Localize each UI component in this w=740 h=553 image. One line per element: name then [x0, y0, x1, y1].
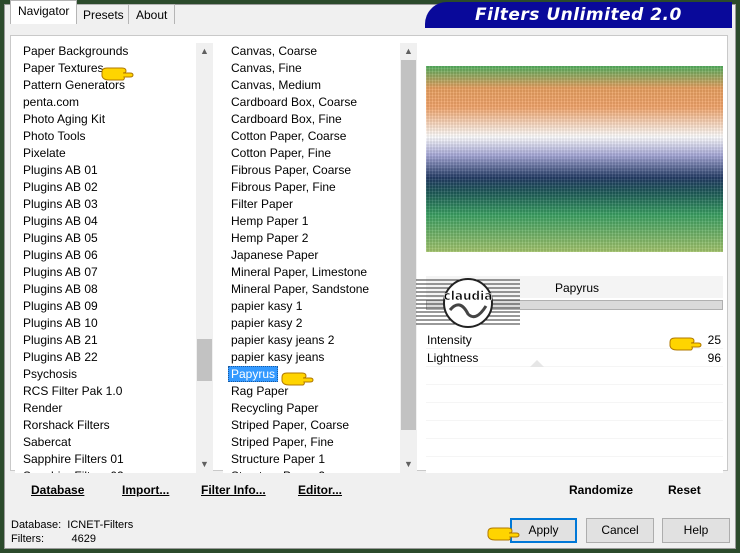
filter-item[interactable]: Structure Paper 1 [223, 451, 400, 468]
scroll-thumb[interactable] [401, 60, 416, 430]
scroll-up-icon[interactable]: ▲ [400, 43, 417, 60]
pointing-hand-icon [669, 337, 702, 351]
filter-item[interactable]: Cotton Paper, Fine [223, 145, 400, 162]
apply-button[interactable]: Apply [510, 518, 577, 543]
category-item[interactable]: Plugins AB 22 [15, 349, 196, 366]
filter-item[interactable]: Mineral Paper, Limestone [223, 264, 400, 281]
logo-text: claudia [444, 289, 493, 303]
tab-navigator[interactable]: Navigator [10, 0, 78, 24]
filter-item[interactable]: Cardboard Box, Fine [223, 111, 400, 128]
category-item[interactable]: Plugins AB 06 [15, 247, 196, 264]
filter-item[interactable]: papier kasy 2 [223, 315, 400, 332]
filter-info-button[interactable]: Filter Info... [201, 483, 266, 497]
pointing-hand-icon [101, 67, 134, 81]
category-item[interactable]: penta.com [15, 94, 196, 111]
pointing-hand-icon [487, 527, 520, 541]
slider-pointer-icon [530, 360, 544, 367]
pointing-hand-icon [281, 372, 314, 386]
filter-item[interactable]: Cotton Paper, Coarse [223, 128, 400, 145]
filter-item[interactable]: Canvas, Coarse [223, 43, 400, 60]
category-item[interactable]: Sapphire Filters 02 [15, 468, 196, 473]
filter-item[interactable]: Canvas, Fine [223, 60, 400, 77]
claudia-logo: claudia [416, 278, 520, 328]
filter-item[interactable]: Hemp Paper 2 [223, 230, 400, 247]
category-item[interactable]: Plugins AB 09 [15, 298, 196, 315]
param-value: 25 [707, 333, 721, 347]
scroll-up-icon[interactable]: ▲ [196, 43, 213, 60]
category-item[interactable]: Sabercat [15, 434, 196, 451]
filter-item[interactable]: Japanese Paper [223, 247, 400, 264]
filter-item[interactable]: Recycling Paper [223, 400, 400, 417]
scroll-down-icon[interactable]: ▼ [400, 456, 417, 473]
filter-item[interactable]: papier kasy 1 [223, 298, 400, 315]
category-item[interactable]: Plugins AB 07 [15, 264, 196, 281]
editor-button[interactable]: Editor... [298, 483, 342, 497]
randomize-button[interactable]: Randomize [569, 483, 633, 497]
filter-item[interactable]: Striped Paper, Coarse [223, 417, 400, 434]
category-item[interactable]: RCS Filter Pak 1.0 [15, 383, 196, 400]
category-item[interactable]: Plugins AB 03 [15, 196, 196, 213]
category-item[interactable]: Plugins AB 21 [15, 332, 196, 349]
category-item[interactable]: Plugins AB 08 [15, 281, 196, 298]
category-item[interactable]: Photo Aging Kit [15, 111, 196, 128]
category-item[interactable]: Render [15, 400, 196, 417]
app-title: Filters Unlimited 2.0 [475, 5, 682, 25]
category-item[interactable]: Plugins AB 02 [15, 179, 196, 196]
filter-item[interactable]: papier kasy jeans 2 [223, 332, 400, 349]
scroll-thumb[interactable] [197, 339, 212, 381]
filter-item[interactable]: Hemp Paper 1 [223, 213, 400, 230]
filter-preview-image [426, 66, 723, 252]
category-scrollbar[interactable]: ▲ ▼ [196, 43, 213, 473]
filter-list[interactable]: Canvas, Coarse Canvas, Fine Canvas, Medium… [223, 43, 400, 473]
database-button[interactable]: Database [31, 483, 84, 497]
category-item[interactable]: Plugins AB 10 [15, 315, 196, 332]
cancel-button[interactable]: Cancel [586, 518, 654, 543]
filter-item[interactable]: papier kasy jeans [223, 349, 400, 366]
filter-item[interactable]: Canvas, Medium [223, 77, 400, 94]
tab-about[interactable]: About [128, 4, 176, 24]
filter-item[interactable]: Filter Paper [223, 196, 400, 213]
category-item[interactable]: Plugins AB 04 [15, 213, 196, 230]
scroll-down-icon[interactable]: ▼ [196, 456, 213, 473]
status-filters-label: Filters: [11, 533, 44, 545]
category-item[interactable]: Paper Backgrounds [15, 43, 196, 60]
category-item[interactable]: Psychosis [15, 366, 196, 383]
param-label: Intensity [427, 333, 472, 347]
tab-presets[interactable]: Presets [75, 4, 132, 24]
current-filter-name: Papyrus [555, 281, 600, 295]
category-list[interactable]: Paper Backgrounds Paper Textures Pattern G… [15, 43, 196, 473]
import-button[interactable]: Import... [122, 483, 169, 497]
filter-item[interactable]: Fibrous Paper, Fine [223, 179, 400, 196]
category-item[interactable]: Plugins AB 01 [15, 162, 196, 179]
filter-item[interactable]: Fibrous Paper, Coarse [223, 162, 400, 179]
category-item[interactable]: Photo Tools [15, 128, 196, 145]
status-database-label: Database: [11, 519, 62, 531]
reset-button[interactable]: Reset [668, 483, 701, 497]
category-item[interactable]: Rorshack Filters [15, 417, 196, 434]
filter-item[interactable]: Striped Paper, Fine [223, 434, 400, 451]
status-filters-value: 4629 [71, 533, 96, 545]
category-item[interactable]: Pixelate [15, 145, 196, 162]
status-area: Database: ICNET-Filters Filters: 4629 [11, 518, 133, 546]
param-label: Lightness [427, 351, 479, 365]
filter-item[interactable]: Structure Paper 2 [223, 468, 400, 473]
filter-scrollbar[interactable]: ▲ ▼ [400, 43, 417, 473]
filter-item[interactable]: Mineral Paper, Sandstone [223, 281, 400, 298]
filter-item[interactable]: Cardboard Box, Coarse [223, 94, 400, 111]
help-button[interactable]: Help [662, 518, 730, 543]
category-item[interactable]: Sapphire Filters 01 [15, 451, 196, 468]
category-item[interactable]: Plugins AB 05 [15, 230, 196, 247]
status-database-value: ICNET-Filters [67, 519, 134, 531]
param-value: 96 [707, 351, 721, 365]
